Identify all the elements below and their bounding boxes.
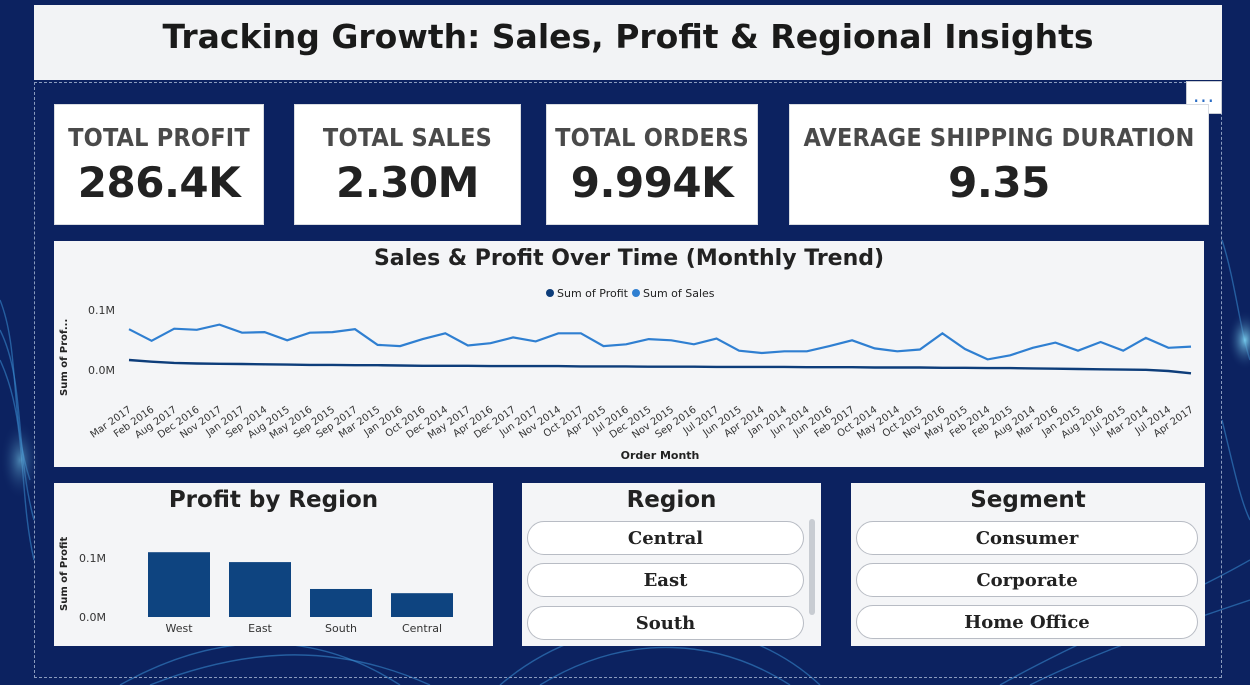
kpi-card-total-profit: TOTAL PROFIT 286.4K	[54, 104, 264, 225]
profit-by-region-panel[interactable]: Profit by Region Sum of Profit 0.1M 0.0M…	[54, 483, 493, 646]
sales-series-line[interactable]	[128, 323, 1192, 361]
segment-option-corporate[interactable]: Corporate	[856, 563, 1198, 597]
trend-chart-panel[interactable]: Sales & Profit Over Time (Monthly Trend)…	[54, 241, 1204, 467]
y-tick-label: 0.0M	[79, 611, 106, 624]
report-title-banner: Tracking Growth: Sales, Profit & Regiona…	[34, 5, 1222, 80]
legend-marker-profit	[546, 289, 554, 297]
region-bar-east[interactable]	[229, 562, 291, 617]
region-slicer-scrollbar[interactable]	[809, 519, 815, 615]
kpi-card-average-shipping-duration: AVERAGE SHIPPING DURATION 9.35	[789, 104, 1209, 225]
kpi-card-total-orders: TOTAL ORDERS 9.994K	[546, 104, 758, 225]
x-tick-label: Central	[402, 622, 442, 635]
kpi-value: 9.994K	[570, 158, 734, 207]
profit-series-line[interactable]	[128, 358, 1192, 375]
kpi-label: TOTAL PROFIT	[68, 123, 250, 152]
region-slicer-title: Region	[626, 487, 717, 513]
kpi-value: 9.35	[948, 158, 1050, 207]
region-bar-central[interactable]	[391, 593, 453, 617]
legend-label-sales[interactable]: Sum of Sales	[643, 287, 715, 300]
legend-label-profit[interactable]: Sum of Profit	[557, 287, 629, 300]
kpi-label: AVERAGE SHIPPING DURATION	[803, 123, 1195, 152]
trend-legend: Sum of Profit Sum of Sales	[546, 287, 715, 300]
kpi-label: TOTAL SALES	[322, 123, 493, 152]
x-tick-label: West	[165, 622, 193, 635]
region-slicer: Region Central East South	[522, 483, 821, 646]
y-tick-label: 0.0M	[88, 364, 115, 377]
kpi-label: TOTAL ORDERS	[555, 123, 749, 152]
segment-option-consumer[interactable]: Consumer	[856, 521, 1198, 555]
region-bar-chart: Sum of Profit 0.1M 0.0M West East South Cen…	[59, 537, 453, 635]
legend-marker-sales	[632, 289, 640, 297]
kpi-card-total-sales: TOTAL SALES 2.30M	[294, 104, 521, 225]
region-option-east[interactable]: East	[527, 563, 804, 597]
y-axis-title: Sum of Profit	[59, 537, 70, 611]
x-tick-label: East	[248, 622, 272, 635]
segment-slicer: Segment Consumer Corporate Home Office	[851, 483, 1205, 646]
x-tick-label: South	[325, 622, 357, 635]
x-tick-labels: Mar 2017Feb 2016Aug 2017Dec 2016Nov 2017…	[89, 404, 1196, 441]
report-title: Tracking Growth: Sales, Profit & Regiona…	[162, 17, 1094, 56]
trend-chart: Sum of Profit Sum of Sales 0.1M 0.0M Sum…	[59, 287, 1196, 462]
kpi-value: 286.4K	[77, 158, 241, 207]
kpi-value: 2.30M	[336, 158, 479, 207]
region-option-central[interactable]: Central	[527, 521, 804, 555]
y-tick-label: 0.1M	[79, 552, 106, 565]
region-bars: West East South Central	[148, 552, 453, 635]
region-bar-south[interactable]	[310, 588, 372, 617]
segment-slicer-title: Segment	[970, 487, 1086, 513]
y-axis-title: Sum of Prof...	[59, 319, 70, 396]
y-tick-label: 0.1M	[88, 304, 115, 317]
region-option-south[interactable]: South	[527, 606, 804, 640]
region-bar-west[interactable]	[148, 552, 210, 617]
x-axis-title: Order Month	[621, 449, 700, 462]
segment-option-home-office[interactable]: Home Office	[856, 605, 1198, 639]
